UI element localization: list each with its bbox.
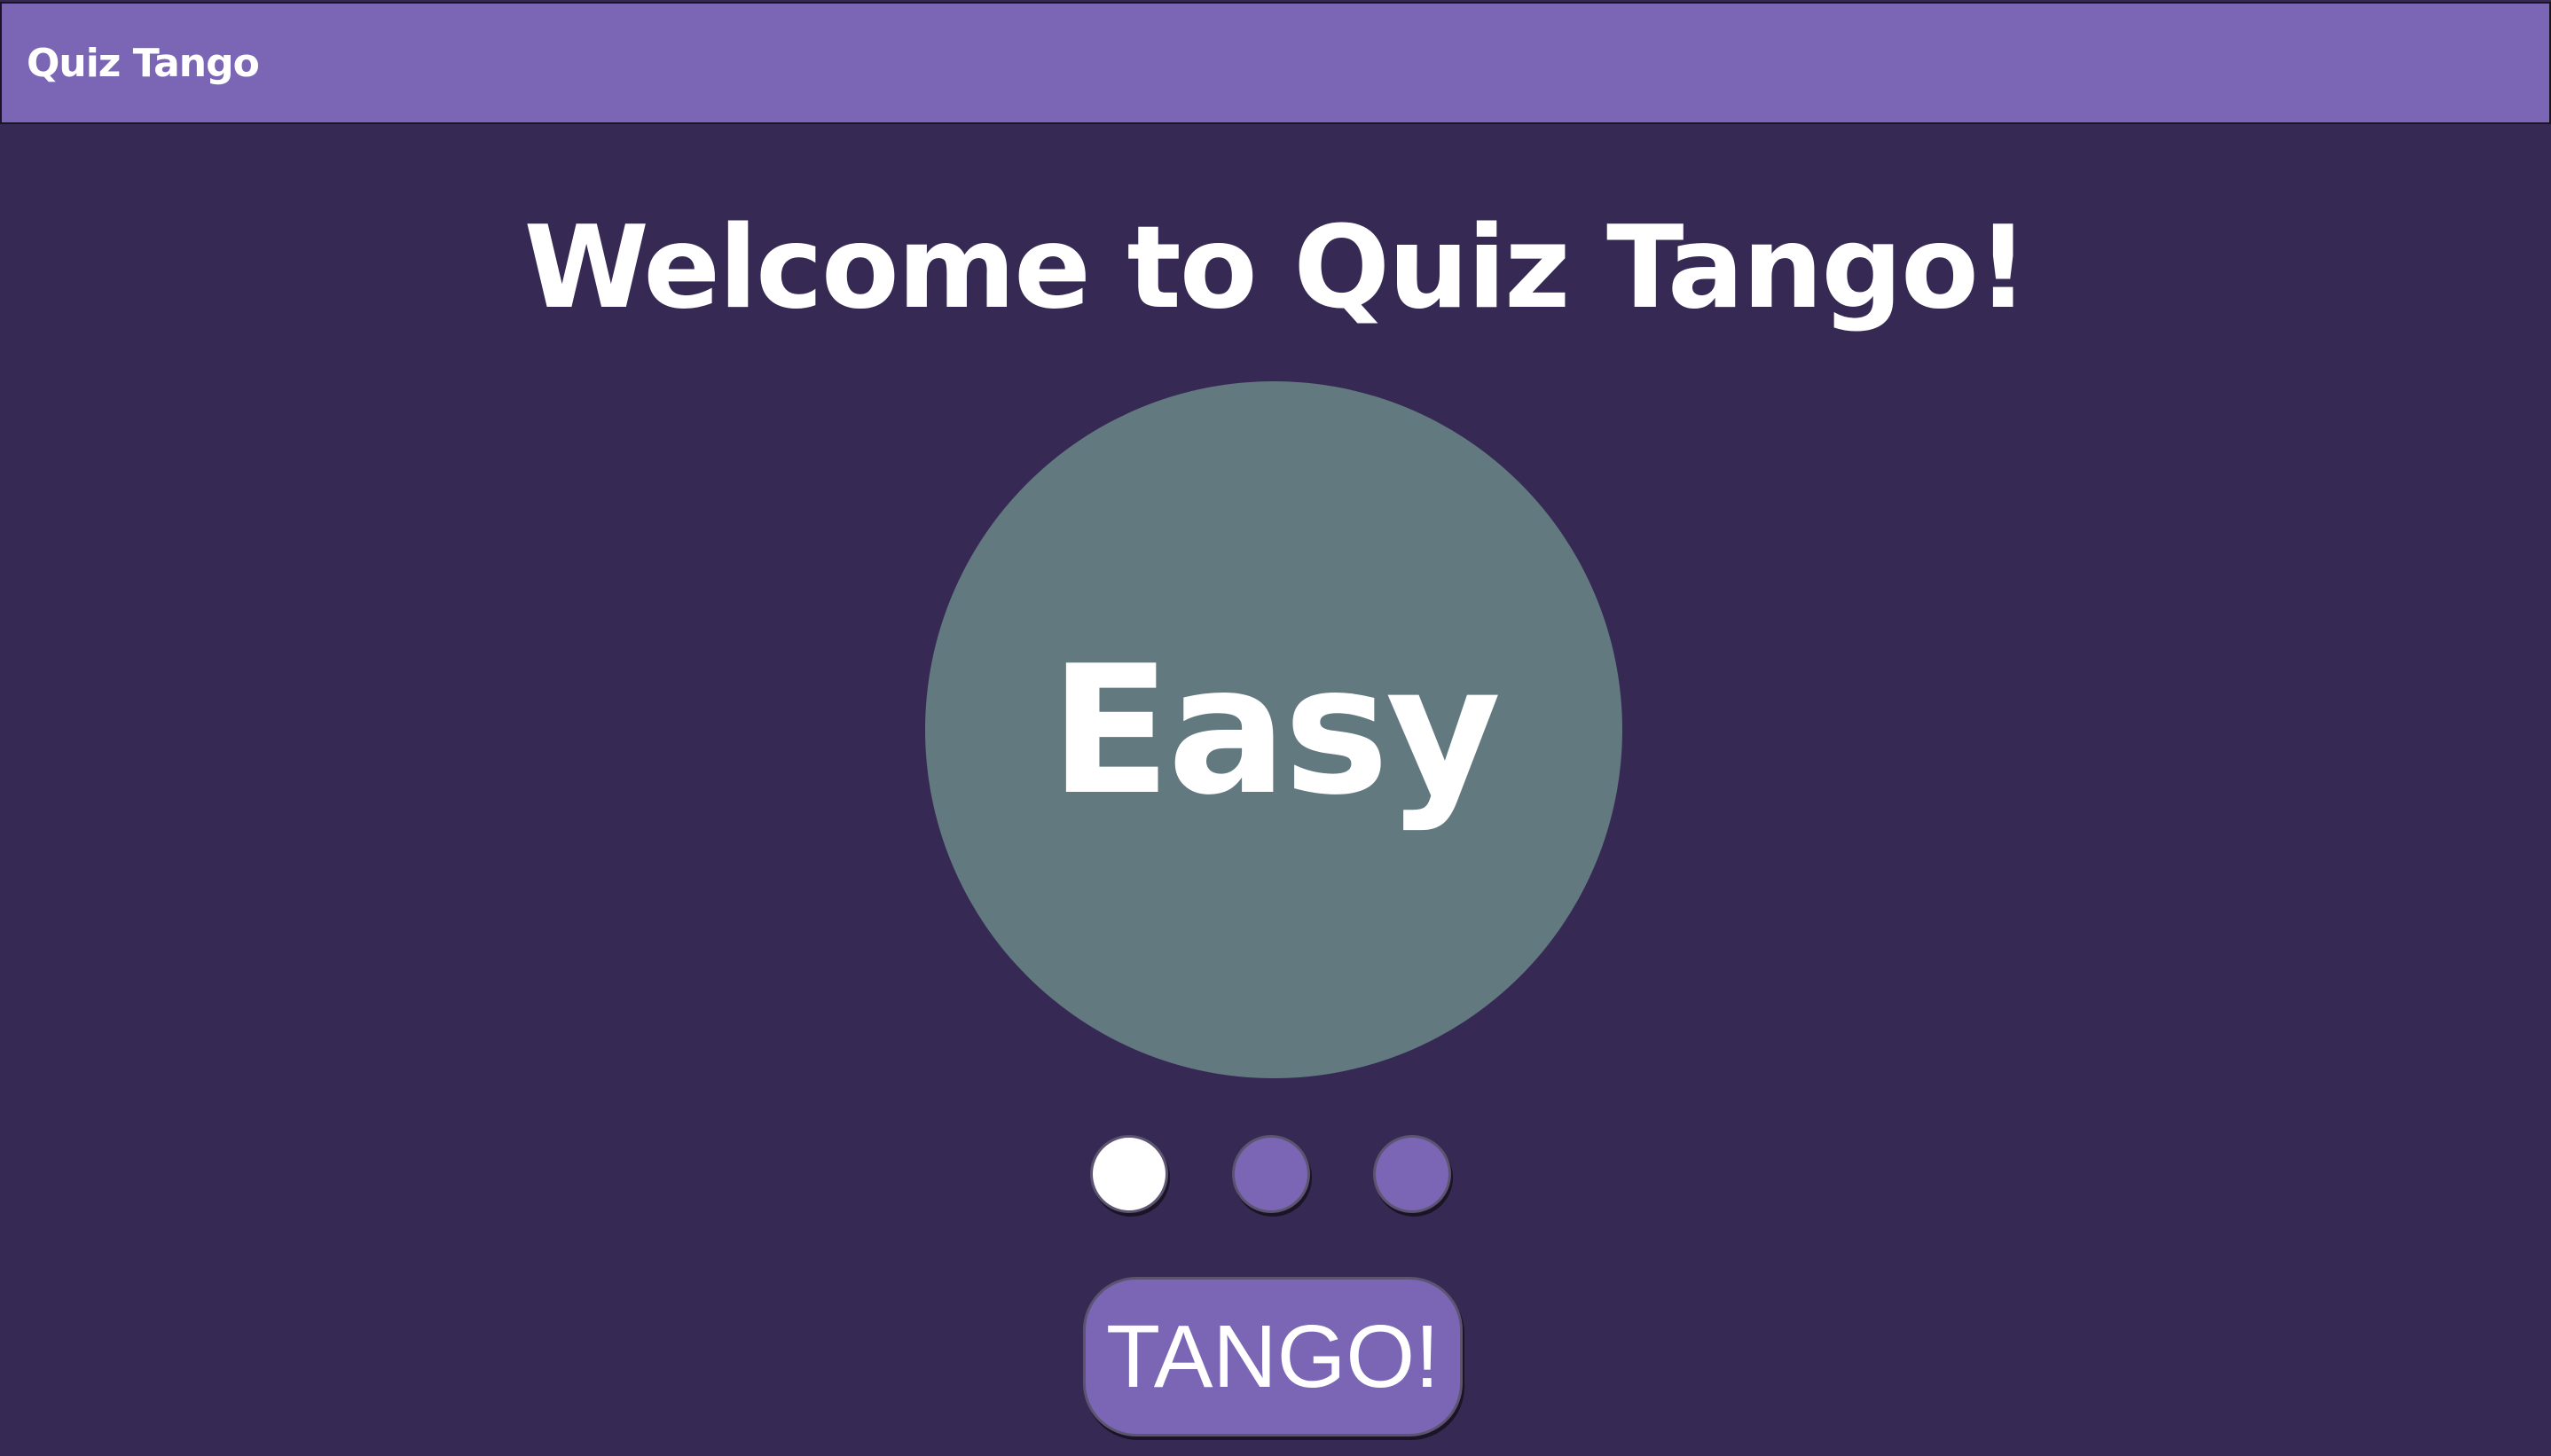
app-title: Quiz Tango: [27, 41, 260, 86]
difficulty-dot-2[interactable]: [1232, 1135, 1310, 1213]
difficulty-selector-circle[interactable]: Easy: [925, 381, 1622, 1078]
welcome-heading: Welcome to Quiz Tango!: [523, 202, 2029, 334]
tango-start-button[interactable]: TANGO!: [1083, 1277, 1463, 1436]
difficulty-dot-1[interactable]: [1090, 1135, 1168, 1213]
top-app-bar: Quiz Tango: [0, 2, 2551, 124]
difficulty-label: Easy: [1049, 628, 1502, 834]
difficulty-dot-3[interactable]: [1373, 1135, 1451, 1213]
